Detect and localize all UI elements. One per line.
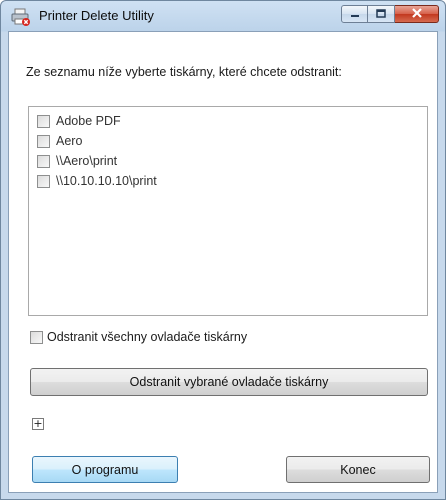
printer-label: Aero — [56, 134, 83, 148]
close-icon — [411, 7, 423, 21]
printer-checkbox[interactable] — [37, 154, 50, 168]
remove-all-drivers-option[interactable]: Odstranit všechny ovladače tiskárny — [30, 330, 247, 344]
plus-icon: + — [33, 417, 43, 430]
printer-list[interactable]: Adobe PDF Aero \\Aero\print \\10.10.10.1… — [28, 106, 428, 316]
printer-label: Adobe PDF — [56, 114, 121, 128]
printer-item-aero[interactable]: Aero — [29, 131, 427, 151]
window-title: Printer Delete Utility — [39, 8, 154, 23]
instruction-text: Ze seznamu níže vyberte tiskárny, které … — [26, 65, 342, 79]
about-button[interactable]: O programu — [32, 456, 178, 483]
minimize-icon — [350, 7, 360, 21]
minimize-button[interactable] — [341, 5, 368, 23]
remove-all-drivers-label: Odstranit všechny ovladače tiskárny — [47, 330, 248, 344]
printer-item-aero-print[interactable]: \\Aero\print — [29, 151, 427, 171]
maximize-button[interactable] — [368, 5, 395, 23]
printer-label: \\10.10.10.10\print — [56, 174, 157, 188]
printer-item-adobe-pdf[interactable]: Adobe PDF — [29, 111, 427, 131]
close-button[interactable]: Konec — [286, 456, 430, 483]
printer-checkbox[interactable] — [37, 114, 50, 128]
remove-selected-drivers-button[interactable]: Odstranit vybrané ovladače tiskárny — [30, 368, 428, 396]
window-controls — [341, 5, 439, 27]
title-bar[interactable]: Printer Delete Utility — [1, 1, 445, 31]
remove-all-drivers-checkbox[interactable] — [30, 330, 43, 344]
maximize-icon — [376, 7, 386, 21]
printer-checkbox[interactable] — [37, 134, 50, 148]
printer-item-ip-print[interactable]: \\10.10.10.10\print — [29, 171, 427, 191]
printer-label: \\Aero\print — [56, 154, 118, 168]
close-window-button[interactable] — [395, 5, 439, 23]
expand-details-button[interactable]: + — [32, 418, 44, 430]
printer-checkbox[interactable] — [37, 174, 50, 188]
printer-delete-icon — [11, 8, 31, 26]
